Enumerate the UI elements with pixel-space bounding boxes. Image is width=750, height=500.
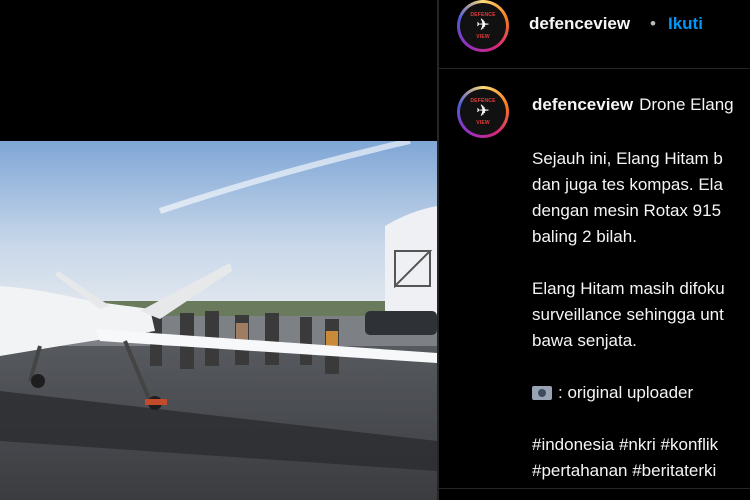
credit-line: : original uploader (532, 380, 750, 406)
caption-line: surveillance sehingga unt (532, 305, 724, 324)
caption-heading: defenceview Drone Elang (532, 95, 734, 115)
caption-title: Drone Elang (639, 95, 734, 114)
avatar-logo-text-2: VIEW (476, 34, 490, 40)
post-side-panel: DEFENCE ✈ VIEW defenceview • Ikuti DEFEN… (439, 0, 750, 500)
hashtags-line[interactable]: #indonesia #nkri #konflik (532, 432, 750, 458)
avatar-logo-text-2: VIEW (476, 120, 490, 126)
caption-line: bawa senjata. (532, 331, 637, 350)
caption-username-link[interactable]: defenceview (532, 95, 633, 114)
caption-body: Sejauh ini, Elang Hitam b dan juga tes k… (532, 146, 750, 484)
plane-icon: ✈ (476, 17, 490, 34)
caption-line: dan juga tes kompas. Ela (532, 175, 723, 194)
caption-line: baling 2 bilah. (532, 227, 637, 246)
camera-icon (532, 386, 552, 400)
drone-photo (0, 141, 437, 500)
profile-avatar[interactable]: DEFENCE ✈ VIEW (457, 0, 509, 52)
plane-icon: ✈ (476, 103, 490, 120)
post-header: DEFENCE ✈ VIEW defenceview • Ikuti (439, 0, 750, 69)
follow-button[interactable]: Ikuti (668, 14, 703, 34)
caption-line: dengan mesin Rotax 915 (532, 201, 722, 220)
caption-line: Sejauh ini, Elang Hitam b (532, 149, 723, 168)
caption-line: Elang Hitam masih difoku (532, 279, 725, 298)
post-media[interactable] (0, 0, 437, 500)
credit-text: : original uploader (558, 383, 694, 402)
caption-avatar[interactable]: DEFENCE ✈ VIEW (457, 86, 509, 138)
username-link[interactable]: defenceview (529, 14, 630, 34)
separator-dot: • (650, 14, 656, 33)
panel-bottom-divider (439, 488, 750, 489)
hashtags-line[interactable]: #pertahanan #beritaterki (532, 458, 750, 484)
